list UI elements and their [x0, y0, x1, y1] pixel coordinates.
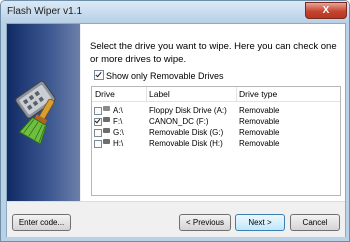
drive-checkbox[interactable]: [94, 118, 102, 126]
drive-letter: H:\: [113, 139, 124, 148]
window-title: Flash Wiper v1.1: [7, 6, 83, 17]
app-window: Flash Wiper v1.1 X Select the drive you …: [0, 0, 350, 242]
column-header-label[interactable]: Label: [149, 89, 170, 99]
wizard-footer: Enter code... < Previous Next > Cancel: [7, 201, 345, 237]
column-header-type[interactable]: Drive type: [239, 89, 277, 99]
removable-drive-icon: [103, 139, 110, 144]
drive-letter: A:\: [113, 106, 123, 115]
column-header-drive[interactable]: Drive: [95, 89, 115, 99]
drive-row[interactable]: H:\ Removable Disk (H:) Removable: [92, 139, 340, 149]
flash-wiper-logo-icon: [15, 80, 56, 145]
title-bar[interactable]: Flash Wiper v1.1 X: [1, 1, 349, 23]
instructions-text: Select the drive you want to wipe. Here …: [90, 41, 337, 65]
drive-label: Removable Disk (G:): [149, 128, 224, 137]
previous-button[interactable]: < Previous: [179, 214, 231, 231]
removable-drive-icon: [103, 128, 110, 133]
wizard-sidebar: [7, 24, 80, 201]
drive-label: Removable Disk (H:): [149, 139, 223, 148]
drive-list[interactable]: Drive Label Drive type A:\ Floppy Disk D…: [91, 86, 341, 196]
content-panel: Select the drive you want to wipe. Here …: [81, 24, 345, 201]
close-button[interactable]: X: [305, 2, 347, 19]
column-divider[interactable]: [146, 87, 147, 101]
drive-row[interactable]: A:\ Floppy Disk Drive (A:) Removable: [92, 106, 340, 116]
drive-letter: G:\: [113, 128, 124, 137]
floppy-drive-icon: [103, 106, 110, 111]
removable-only-checkbox[interactable]: Show only Removable Drives: [94, 70, 224, 81]
drive-type: Removable: [239, 106, 280, 115]
drive-list-header: Drive Label Drive type: [92, 87, 340, 102]
enter-code-button[interactable]: Enter code...: [12, 214, 71, 231]
next-button[interactable]: Next >: [235, 214, 285, 231]
drive-checkbox[interactable]: [94, 107, 102, 115]
drive-row[interactable]: G:\ Removable Disk (G:) Removable: [92, 128, 340, 138]
drive-type: Removable: [239, 139, 280, 148]
wizard-body: Select the drive you want to wipe. Here …: [6, 23, 346, 237]
removable-only-label: Show only Removable Drives: [106, 71, 224, 81]
drive-checkbox[interactable]: [94, 129, 102, 137]
drive-label: Floppy Disk Drive (A:): [149, 106, 227, 115]
drive-row[interactable]: F:\ CANON_DC (F:) Removable: [92, 117, 340, 127]
column-divider[interactable]: [236, 87, 237, 101]
checkbox-checked-icon[interactable]: [94, 70, 104, 80]
drive-type: Removable: [239, 128, 280, 137]
drive-label: CANON_DC (F:): [149, 117, 209, 126]
drive-letter: F:\: [113, 117, 123, 126]
removable-drive-icon: [103, 117, 110, 122]
drive-type: Removable: [239, 117, 280, 126]
cancel-button[interactable]: Cancel: [290, 214, 340, 231]
drive-checkbox[interactable]: [94, 140, 102, 148]
